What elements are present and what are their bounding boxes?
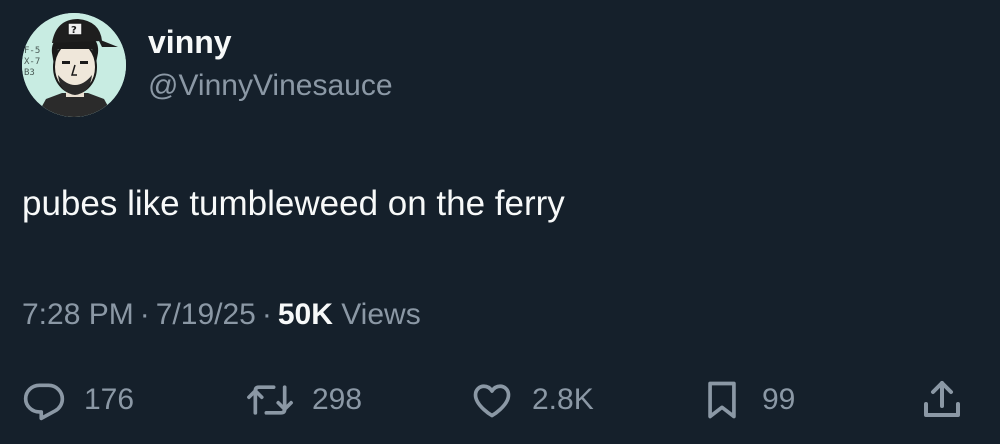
svg-text:F-5: F-5: [24, 46, 40, 56]
reply-button[interactable]: 176: [22, 372, 134, 428]
views-count: 50K: [277, 298, 333, 331]
heart-icon: [470, 378, 514, 422]
svg-text:?: ?: [71, 25, 77, 36]
repost-icon: [246, 378, 294, 422]
share-icon: [918, 376, 966, 424]
bookmark-icon: [700, 378, 744, 422]
tweet-meta: 7:28 PM · 7/19/25 · 50K Views: [22, 295, 421, 335]
views-label: Views: [341, 298, 421, 331]
reply-count: 176: [84, 383, 135, 416]
meta-separator: ·: [261, 298, 272, 331]
tweet-time[interactable]: 7:28 PM: [22, 298, 134, 331]
meta-separator: ·: [139, 298, 150, 331]
repost-count: 298: [312, 383, 363, 416]
like-button[interactable]: 2.8K: [470, 372, 594, 428]
author-handle[interactable]: @VinnyVinesauce: [148, 66, 393, 106]
author-display-name[interactable]: vinny: [148, 22, 232, 62]
avatar[interactable]: F-5 X-7 B3 ?: [22, 13, 126, 117]
svg-text:B3: B3: [24, 68, 35, 78]
bookmark-button[interactable]: 99: [700, 372, 795, 428]
share-button[interactable]: [918, 372, 966, 428]
like-count: 2.8K: [532, 383, 594, 416]
tweet-actions-bar: 176 298 2.8K 99: [0, 372, 1000, 428]
reply-icon: [22, 378, 66, 422]
tweet-text: pubes like tumbleweed on the ferry: [22, 184, 565, 223]
avatar-portrait: F-5 X-7 B3 ?: [22, 13, 126, 117]
repost-button[interactable]: 298: [246, 372, 362, 428]
bookmark-count: 99: [762, 383, 796, 416]
tweet-date[interactable]: 7/19/25: [156, 298, 256, 331]
svg-text:X-7: X-7: [24, 57, 40, 67]
